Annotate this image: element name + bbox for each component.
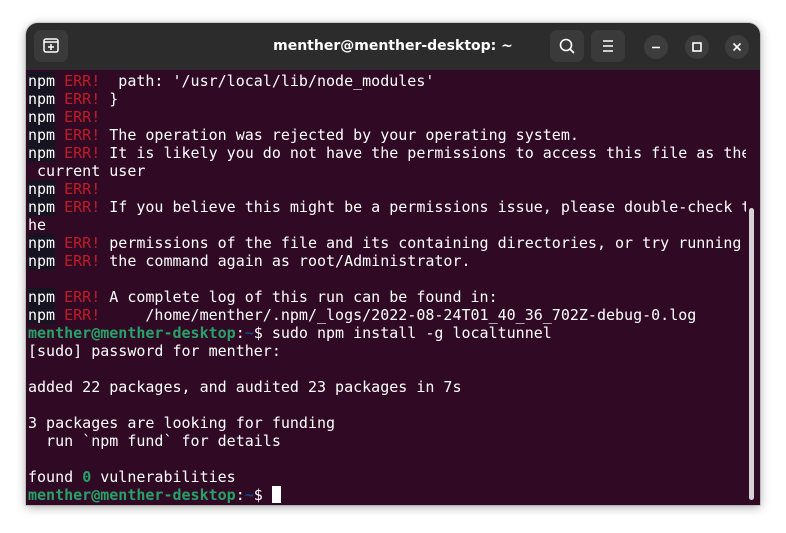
err-prefix: ERR! [64, 306, 101, 324]
terminal-line: npm ERR! } [28, 90, 118, 108]
line-text: he [28, 216, 47, 234]
line-text: found [28, 468, 83, 486]
line-text: run `npm fund` for details [28, 432, 281, 450]
close-button[interactable] [725, 35, 749, 59]
err-prefix: ERR! [64, 90, 101, 108]
prompt-separator: : [235, 486, 245, 504]
terminal-line: added 22 packages, and audited 23 packag… [28, 378, 461, 396]
terminal-line: [sudo] password for menther: [28, 342, 281, 360]
err-prefix: ERR! [64, 252, 101, 270]
header-bar: menther@menther-desktop: ~ [26, 23, 760, 70]
terminal-line: npm ERR! The operation was rejected by y… [28, 126, 579, 144]
line-text: permissions of the file and its containi… [100, 234, 742, 252]
line-text: 3 packages are looking for funding [28, 414, 336, 432]
npm-prefix: npm [28, 198, 56, 216]
npm-prefix: npm [28, 72, 56, 90]
terminal-line: npm ERR! A complete log of this run can … [28, 288, 498, 306]
line-text: the command again as root/Administrator. [100, 252, 471, 270]
npm-prefix: npm [28, 180, 56, 198]
err-prefix: ERR! [64, 180, 101, 198]
npm-prefix: npm [28, 108, 56, 126]
text-cursor [271, 486, 281, 503]
err-prefix: ERR! [64, 108, 101, 126]
prompt-separator: : [235, 324, 245, 342]
line-text: path: '/usr/local/lib/node_modules' [100, 72, 435, 90]
prompt-user: menther@menther-desktop [28, 486, 236, 504]
prompt-user: menther@menther-desktop [28, 324, 236, 342]
terminal-output[interactable]: npm ERR! path: '/usr/local/lib/node_modu… [26, 70, 746, 505]
menu-button[interactable] [591, 30, 625, 62]
err-prefix: ERR! [64, 234, 101, 252]
vulnerability-count: 0 [82, 468, 92, 486]
line-text: /home/menther/.npm/_logs/2022-08-24T01_4… [100, 306, 697, 324]
terminal-prompt-line[interactable]: menther@menther-desktop:~$ [28, 486, 281, 504]
terminal-line: menther@menther-desktop:~$ sudo npm inst… [28, 324, 552, 342]
terminal-line: current user [28, 162, 145, 180]
err-prefix: ERR! [64, 126, 101, 144]
command-text: sudo npm install -g localtunnel [271, 324, 552, 342]
err-prefix: ERR! [64, 144, 101, 162]
terminal-line: 3 packages are looking for funding [28, 414, 335, 432]
terminal-line: npm ERR! /home/menther/.npm/_logs/2022-0… [28, 306, 696, 324]
line-text: } [100, 90, 119, 108]
line-text: current user [28, 162, 146, 180]
err-prefix: ERR! [64, 288, 101, 306]
terminal-line: run `npm fund` for details [28, 432, 281, 450]
terminal-line: npm ERR! If you believe this might be a … [28, 198, 746, 216]
terminal-line: npm ERR! [28, 180, 100, 198]
npm-prefix: npm [28, 90, 56, 108]
npm-prefix: npm [28, 288, 56, 306]
line-text: [sudo] password for menther: [28, 342, 281, 360]
npm-prefix: npm [28, 144, 56, 162]
search-button[interactable] [550, 30, 584, 62]
npm-prefix: npm [28, 234, 56, 252]
err-prefix: ERR! [64, 72, 101, 90]
terminal-line: npm ERR! It is likely you do not have th… [28, 144, 746, 162]
scrollbar-thumb[interactable] [749, 208, 754, 500]
line-text: A complete log of this run can be found … [100, 288, 498, 306]
prompt-path: ~ [244, 486, 254, 504]
err-prefix: ERR! [64, 198, 101, 216]
npm-prefix: npm [28, 252, 56, 270]
maximize-button[interactable] [685, 35, 709, 59]
new-tab-button[interactable] [34, 30, 68, 62]
terminal-line: npm ERR! path: '/usr/local/lib/node_modu… [28, 72, 434, 90]
terminal-line: npm ERR! permissions of the file and its… [28, 234, 741, 252]
terminal-line: found 0 vulnerabilities [28, 468, 236, 486]
prompt-path: ~ [244, 324, 254, 342]
terminal-window: menther@menther-desktop: ~ npm ERR! path… [26, 23, 760, 505]
npm-prefix: npm [28, 306, 56, 324]
line-text: It is likely you do not have the permiss… [100, 144, 746, 162]
line-text: The operation was rejected by your opera… [100, 126, 579, 144]
terminal-line: he [28, 216, 46, 234]
line-text: If you believe this might be a permissio… [100, 198, 746, 216]
line-text: added 22 packages, and audited 23 packag… [28, 378, 462, 396]
npm-prefix: npm [28, 126, 56, 144]
prompt-dollar: $ [253, 324, 272, 342]
prompt-dollar: $ [253, 486, 272, 504]
terminal-line: npm ERR! [28, 108, 100, 126]
minimize-button[interactable] [644, 35, 668, 59]
terminal-line: npm ERR! the command again as root/Admin… [28, 252, 471, 270]
line-text: vulnerabilities [91, 468, 236, 486]
